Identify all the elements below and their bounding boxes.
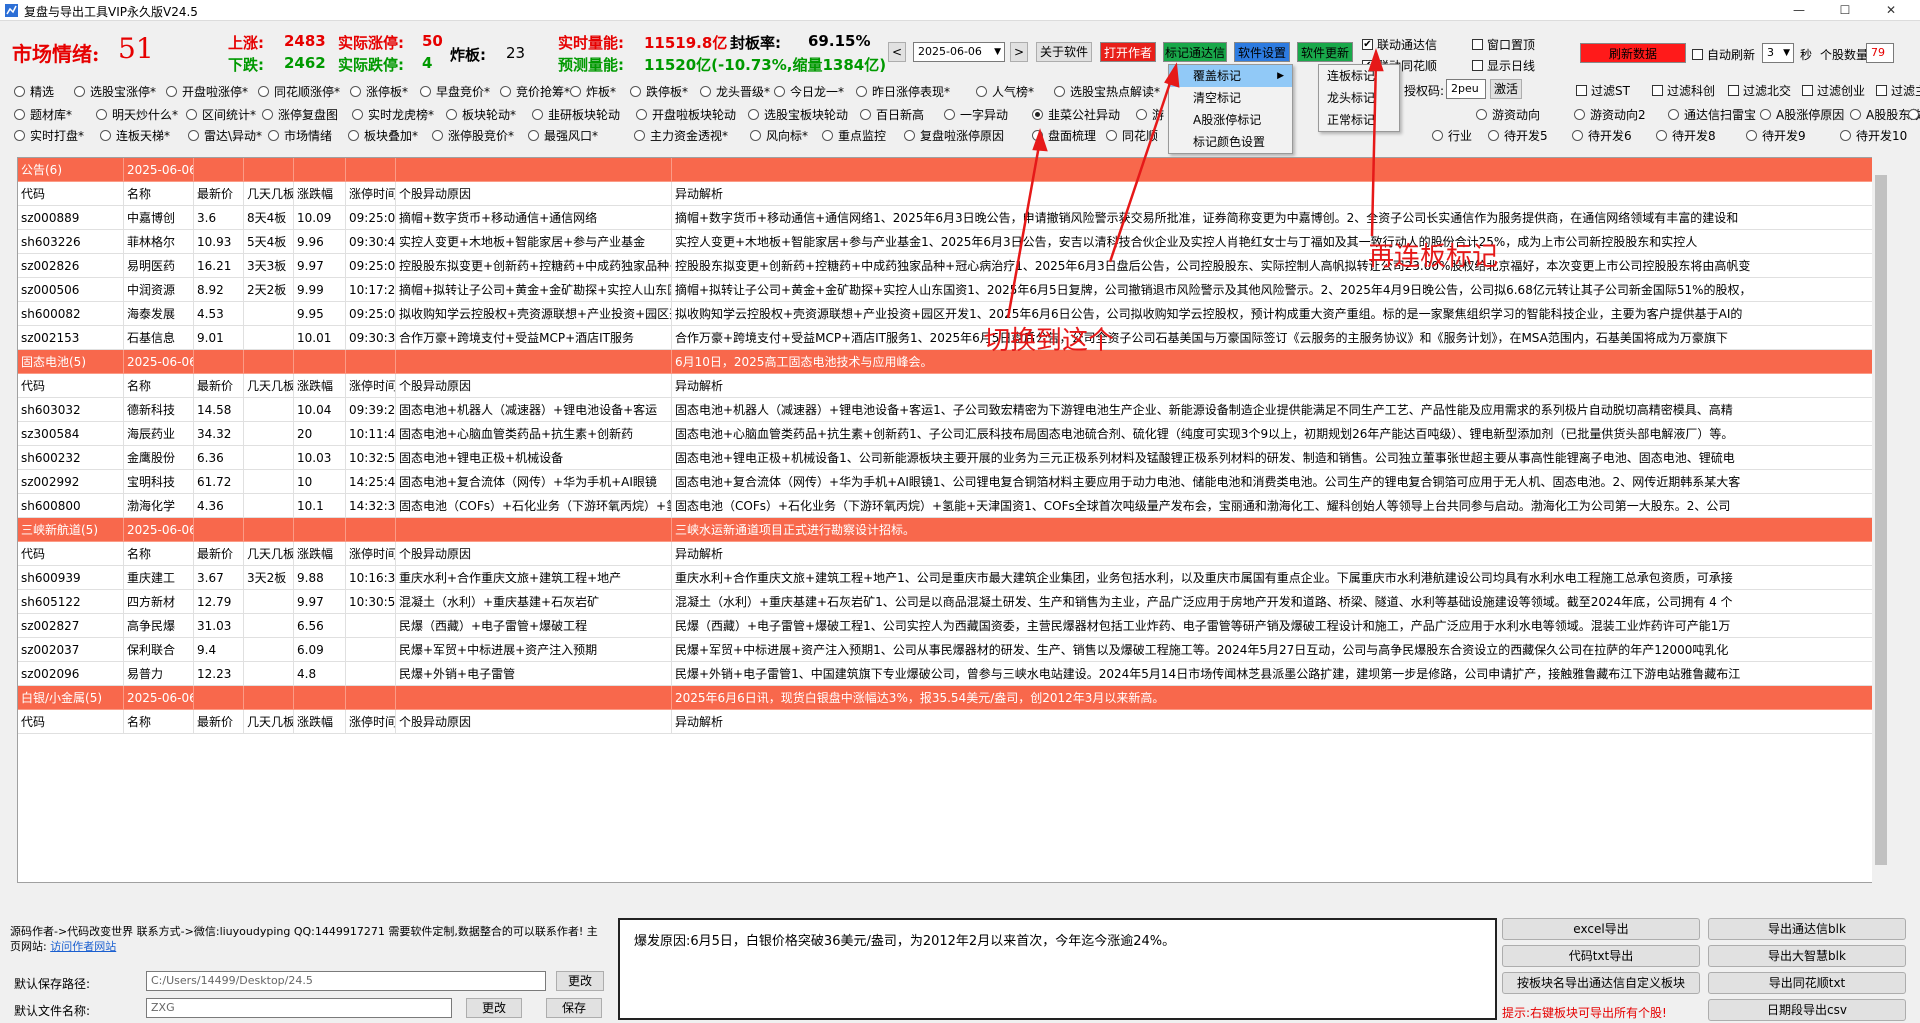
save-button[interactable]: 保存 — [546, 998, 602, 1018]
filename-input[interactable]: ZXG — [146, 998, 452, 1018]
export-button[interactable]: excel导出 — [1502, 918, 1700, 940]
export-button[interactable]: 导出大智慧blk — [1708, 945, 1906, 967]
reason-text: 爆发原因:6月5日，白银价格突破36美元/盎司，为2012年2月以来首次，今年迄… — [634, 934, 1176, 949]
reason-panel: 爆发原因:6月5日，白银价格突破36美元/盎司，为2012年2月以来首次，今年迄… — [618, 918, 1497, 1020]
change-path-button[interactable]: 更改 — [556, 971, 604, 991]
export-button[interactable]: 代码txt导出 — [1502, 945, 1700, 967]
author-info: 源码作者->代码改变世界 联系方式->微信:liuyoudyping QQ:14… — [10, 924, 608, 954]
export-button[interactable]: 导出同花顺txt — [1708, 972, 1906, 994]
filename-label: 默认文件名称: — [14, 1004, 91, 1018]
save-path-input[interactable]: C:/Users/14499/Desktop/24.5 — [146, 971, 546, 991]
annotation-arrows — [1006, 48, 1384, 319]
change-filename-button[interactable]: 更改 — [466, 998, 522, 1018]
export-button[interactable]: 导出通达信blk — [1708, 918, 1906, 940]
author-site-link[interactable]: 访问作者网站 — [50, 940, 116, 953]
export-button[interactable]: 按板块名导出通达信自定义板块 — [1502, 972, 1700, 994]
save-path-label: 默认保存路径: — [14, 977, 91, 991]
export-button[interactable]: 日期段导出csv — [1708, 999, 1906, 1021]
export-tip: 提示:右键板块可导出所有个股! — [1502, 1006, 1667, 1020]
